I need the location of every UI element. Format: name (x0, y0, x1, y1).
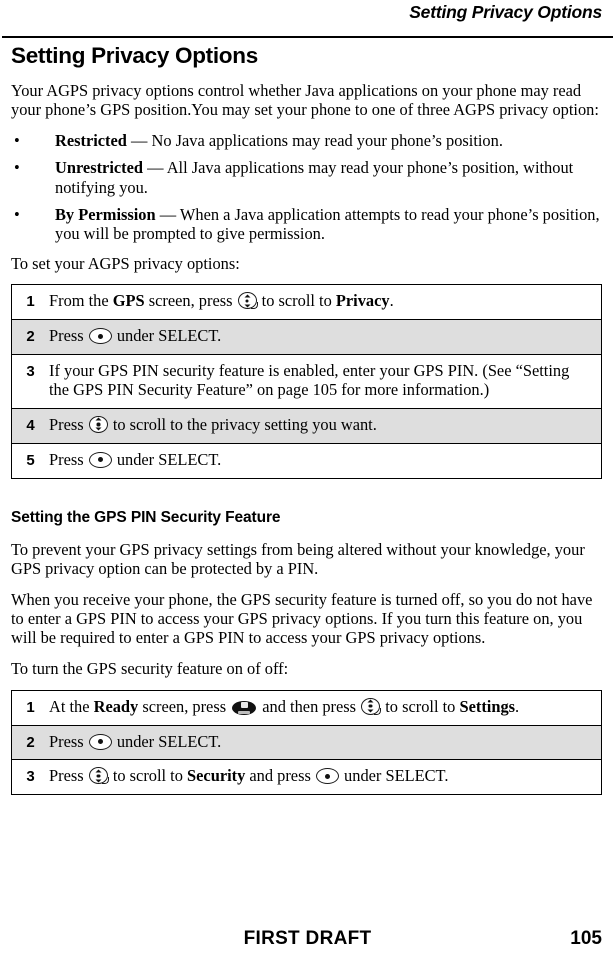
step-text: to scroll to (257, 291, 336, 311)
step-text: to scroll to (381, 696, 460, 716)
running-head: Setting Privacy Options (409, 2, 602, 22)
step-text: Press (49, 326, 88, 346)
step-text: Press (49, 731, 88, 751)
page-title: Setting Privacy Options (11, 43, 258, 68)
step-text: At the (49, 696, 94, 716)
scroll-key-icon (361, 697, 382, 715)
step-text: Press (49, 449, 88, 469)
table-row: 1 From the GPS screen, press to scroll to… (11, 285, 602, 320)
select-key-icon (315, 768, 339, 785)
step-text: screen, press (138, 696, 231, 716)
lead-in-set-privacy: To set your AGPS privacy options: (11, 254, 240, 274)
step-number: 1 (26, 293, 35, 311)
step-text: screen, press (144, 291, 237, 311)
section-title-gps-pin-security: Setting the GPS PIN Security Feature (11, 508, 281, 526)
step-text: . (515, 696, 520, 716)
step-instruction: At the Ready screen, press and then pres… (49, 690, 602, 725)
table-row: 2 Press under SELECT. (11, 725, 602, 760)
step-text: Press (49, 766, 88, 786)
step-instruction: Press to scroll to Security and press un… (49, 760, 602, 795)
step-text: If your GPS PIN security feature is enab… (49, 361, 570, 399)
step-number: 3 (26, 363, 35, 381)
page-content: Setting Privacy Options Your AGPS privac… (11, 43, 604, 796)
list-item-dash: — (143, 158, 167, 178)
step-text: Press (49, 414, 88, 434)
list-item-term: Restricted (55, 131, 127, 151)
select-key-icon (88, 733, 112, 750)
page-number: 105 (570, 928, 602, 949)
page-footer: FIRST DRAFT 105 (0, 928, 615, 954)
step-instruction: Press under SELECT. (49, 320, 602, 355)
step-text: . (389, 291, 394, 311)
step-text: under SELECT. (112, 449, 222, 469)
step-emphasis: Settings (459, 696, 516, 716)
step-instruction: Press to scroll to the privacy setting y… (49, 408, 602, 443)
header-rule (2, 36, 613, 38)
table-spacer (11, 479, 604, 509)
step-instruction: If your GPS PIN security feature is enab… (49, 355, 602, 409)
step-text: and then press (258, 696, 361, 716)
step-number: 5 (26, 451, 35, 469)
step-text: From the (49, 291, 113, 311)
lead-in-turn-security: To turn the GPS security feature on of o… (11, 659, 289, 679)
list-item-dash: — (126, 131, 152, 151)
step-number: 3 (26, 768, 35, 786)
select-key-icon (88, 328, 112, 345)
table-row: 5 Press under SELECT. (12, 443, 602, 478)
bullet-icon: • (14, 204, 20, 224)
step-emphasis: Security (187, 766, 246, 786)
bullet-icon: • (14, 158, 20, 178)
step-instruction: Press under SELECT. (49, 725, 602, 760)
step-text: to scroll to the privacy setting you wan… (108, 414, 377, 434)
list-item-term: Unrestricted (55, 158, 143, 178)
step-instruction: From the GPS screen, press to scroll to … (49, 285, 602, 320)
table-row: 3 If your GPS PIN security feature is ena… (11, 355, 602, 409)
steps-table-turn-security: 1 At the Ready screen, press and then pre… (11, 689, 602, 796)
menu-key-icon (232, 700, 257, 715)
step-number: 2 (26, 328, 35, 346)
paragraph-default-off: When you receive your phone, the GPS sec… (11, 589, 593, 648)
intro-paragraph: Your AGPS privacy options control whethe… (11, 80, 599, 120)
step-number: 4 (26, 416, 35, 434)
privacy-option-list: • Restricted — No Java applications may r… (11, 131, 604, 243)
step-number: 2 (26, 733, 35, 751)
bullet-icon: • (14, 131, 20, 151)
select-key-icon (88, 451, 112, 468)
steps-table-set-privacy: 1 From the GPS screen, press to scroll to… (11, 284, 602, 479)
step-text: under SELECT. (112, 731, 222, 751)
step-text: under SELECT. (339, 766, 449, 786)
step-instruction: Press under SELECT. (49, 443, 602, 478)
step-number: 1 (26, 698, 35, 716)
table-row: 3 Press to scroll to Security and press u… (12, 760, 602, 795)
list-item: • Restricted — No Java applications may r… (11, 131, 604, 150)
paragraph-pin-protection: To prevent your GPS privacy settings fro… (11, 539, 585, 578)
scroll-updown-key-icon (88, 415, 108, 433)
list-item: • Unrestricted — All Java applications ma… (11, 158, 604, 196)
draft-status-label: FIRST DRAFT (243, 928, 372, 949)
list-item: • By Permission — When a Java application… (11, 205, 604, 243)
table-row: 4 Press to scroll to the privacy setting … (11, 408, 602, 444)
step-text: to scroll to (108, 766, 188, 786)
step-emphasis: Ready (93, 696, 139, 716)
step-emphasis: GPS (112, 291, 145, 311)
step-emphasis: Privacy (335, 291, 390, 311)
step-text: under SELECT. (112, 326, 222, 346)
scroll-key-icon (237, 292, 258, 310)
table-row: 1 At the Ready screen, press and then pre… (11, 690, 602, 726)
list-item-term: By Permission (55, 204, 156, 224)
list-item-dash: — (155, 204, 180, 224)
table-row: 2 Press under SELECT. (11, 319, 602, 355)
scroll-key-icon (88, 767, 109, 785)
step-text: and press (245, 766, 315, 786)
list-item-description: No Java applications may read your phone… (151, 131, 503, 151)
